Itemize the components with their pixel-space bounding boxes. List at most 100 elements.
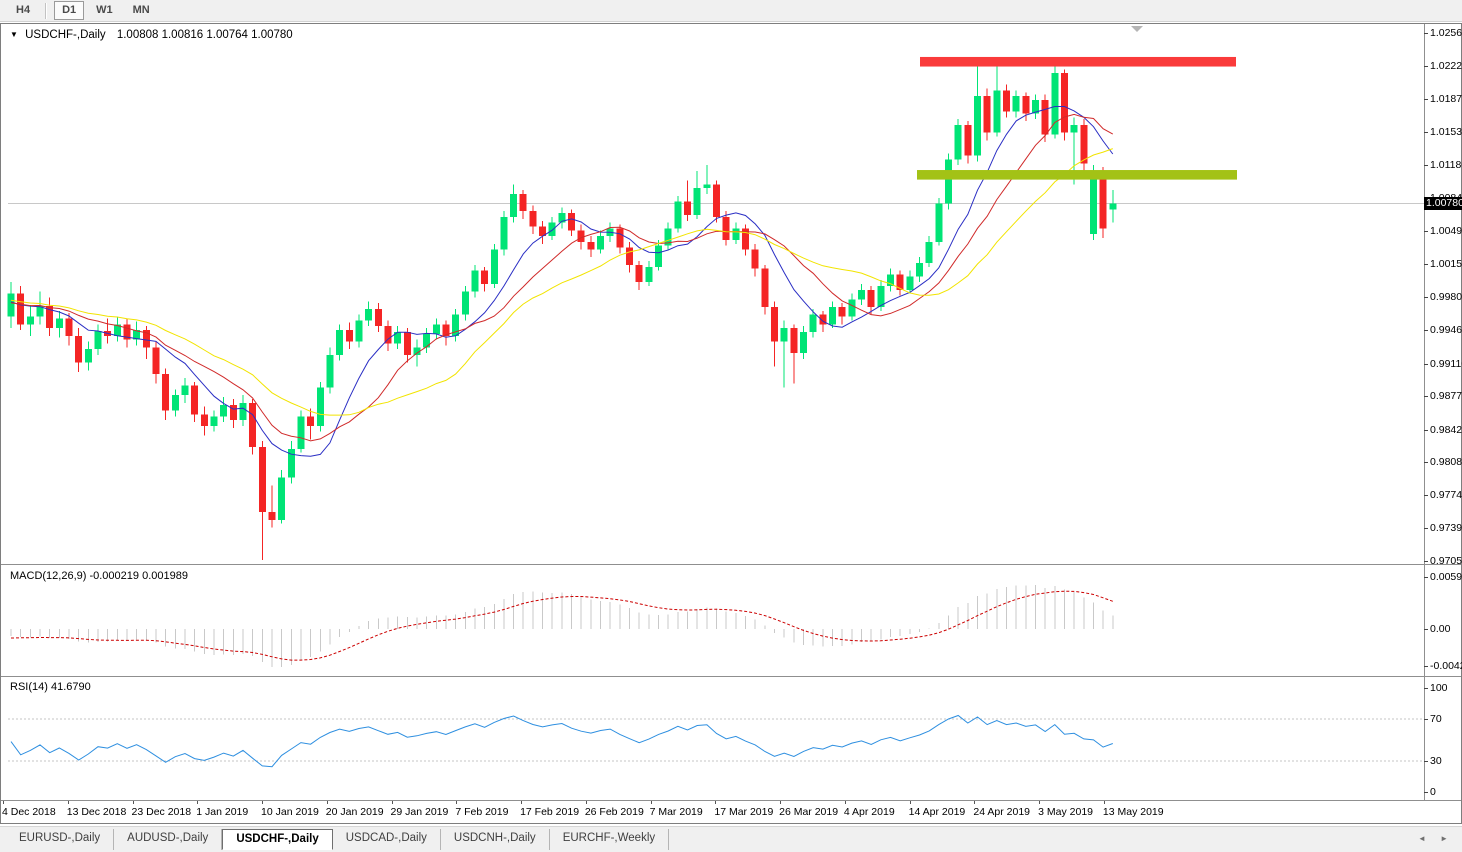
- price-axis-label: 1.00490: [1430, 225, 1462, 238]
- price-axis-label: 0.97390: [1430, 522, 1462, 535]
- chart-title: ▼ USDCHF-,Daily 1.00808 1.00816 1.00764 …: [10, 29, 293, 41]
- price-axis-tick: [1424, 396, 1428, 398]
- chart-tab-eurusd-daily[interactable]: EURUSD-,Daily: [6, 829, 115, 850]
- date-axis-label: 13 May 2019: [1102, 806, 1164, 818]
- rsi-axis-tick: [1424, 719, 1428, 721]
- date-axis-tick: [585, 801, 587, 804]
- price-axis-tick: [1424, 99, 1428, 101]
- macd-axis-tick: [1424, 665, 1428, 667]
- date-axis-label: 17 Feb 2019: [520, 806, 580, 818]
- date-axis-label: 1 Jan 2019: [196, 806, 249, 818]
- date-axis-tick: [262, 801, 264, 804]
- macd-axis-tick: [1424, 576, 1428, 578]
- date-axis-tick: [650, 801, 652, 804]
- date-axis-tick: [844, 801, 846, 804]
- chart-tab-audusd-daily[interactable]: AUDUSD-,Daily: [114, 829, 223, 850]
- price-axis-label: 1.01870: [1430, 93, 1462, 106]
- chart-tab-usdcad-daily[interactable]: USDCAD-,Daily: [333, 829, 441, 850]
- macd-axis-tick: [1424, 629, 1428, 630]
- date-axis-label: 13 Dec 2018: [66, 806, 127, 818]
- date-axis-label: 4 Dec 2018: [2, 806, 56, 818]
- date-axis-label: 7 Feb 2019: [455, 806, 509, 818]
- price-axis-tick: [1424, 297, 1428, 299]
- price-axis-label: 1.00150: [1430, 257, 1462, 270]
- price-axis-label: 1.01180: [1430, 159, 1462, 172]
- price-axis-label: 0.99110: [1430, 357, 1462, 370]
- chart-symbol-label: USDCHF-,Daily: [25, 29, 106, 41]
- price-axis-tick: [1424, 131, 1428, 133]
- rsi-axis-label: 100: [1430, 682, 1448, 694]
- rsi-axis-tick: [1424, 792, 1428, 793]
- date-axis-tick: [1103, 801, 1105, 804]
- chart-dropdown-icon[interactable]: ▼: [10, 30, 18, 39]
- date-axis-tick: [197, 801, 199, 804]
- chart-tabs: EURUSD-,Daily AUDUSD-,Daily USDCHF-,Daily U…: [6, 829, 670, 850]
- date-axis-tick: [521, 801, 523, 804]
- chart-ohlc-readout: 1.00808 1.00816 1.00764 1.00780: [116, 29, 293, 41]
- date-axis-label: 20 Jan 2019: [325, 806, 384, 818]
- date-axis-tick: [974, 801, 976, 804]
- date-axis-tick: [715, 801, 717, 804]
- date-axis-label: 10 Jan 2019: [261, 806, 319, 818]
- date-axis-label: 4 Apr 2019: [843, 806, 895, 818]
- price-axis-label: 0.98080: [1430, 456, 1462, 469]
- chart-tab-usdcnh-daily[interactable]: USDCNH-,Daily: [441, 829, 550, 850]
- date-axis-label: 24 Apr 2019: [973, 806, 1031, 818]
- date-axis-tick: [67, 801, 69, 804]
- price-axis-label: 0.98770: [1430, 390, 1462, 403]
- price-axis-label: 0.97740: [1430, 488, 1462, 501]
- date-axis-label: 26 Mar 2019: [779, 806, 839, 818]
- macd-indicator-label: MACD(12,26,9) -0.000219 0.001989: [10, 570, 188, 582]
- macd-axis-label: 0.00: [1430, 623, 1451, 635]
- price-axis-label: 1.02560: [1430, 27, 1462, 39]
- price-axis-tick: [1424, 429, 1428, 431]
- date-axis-label: 29 Jan 2019: [390, 806, 449, 818]
- rsi-axis-label: 70: [1430, 713, 1442, 726]
- price-axis-tick: [1424, 33, 1428, 34]
- date-axis-tick: [909, 801, 911, 804]
- price-axis-label: 1.01530: [1430, 125, 1462, 138]
- price-axis-tick: [1424, 528, 1428, 530]
- chart-tab-usdchf-daily[interactable]: USDCHF-,Daily: [222, 829, 333, 850]
- price-axis-label: 0.97050: [1430, 555, 1462, 567]
- price-axis-label: 0.99800: [1430, 291, 1462, 304]
- rsi-axis-tick: [1424, 760, 1428, 762]
- price-axis-label: 0.98420: [1430, 423, 1462, 436]
- date-axis-label: 14 Apr 2019: [908, 806, 966, 818]
- date-axis-tick: [456, 801, 458, 804]
- date-axis-tick: [3, 801, 4, 804]
- date-axis-label: 17 Mar 2019: [714, 806, 774, 818]
- chart-canvas[interactable]: [0, 0, 1462, 852]
- price-axis-tick: [1424, 363, 1428, 365]
- date-axis-label: 23 Dec 2018: [131, 806, 192, 818]
- date-axis-tick: [391, 801, 393, 804]
- macd-axis-label: 0.00597: [1430, 570, 1462, 583]
- price-axis-label: 0.99460: [1430, 324, 1462, 337]
- price-axis-tick: [1424, 263, 1428, 265]
- trading-terminal: H4 D1 W1 MN ▼ USDCHF-,Daily 1.00808 1.0081…: [0, 0, 1462, 852]
- date-axis-label: 7 Mar 2019: [649, 806, 703, 818]
- chart-tab-bar: EURUSD-,Daily AUDUSD-,Daily USDCHF-,Daily U…: [0, 826, 1462, 852]
- macd-axis-label: -0.00424: [1430, 659, 1462, 672]
- price-axis-tick: [1424, 494, 1428, 496]
- date-axis-label: 3 May 2019: [1038, 806, 1094, 818]
- price-axis-tick: [1424, 462, 1428, 464]
- date-axis-tick: [1039, 801, 1041, 804]
- date-axis-tick: [780, 801, 782, 804]
- current-price-badge: 1.00780: [1424, 197, 1462, 210]
- tab-scroll-arrows[interactable]: ◄ ►: [1418, 834, 1454, 843]
- date-axis-label: 26 Feb 2019: [584, 806, 644, 818]
- date-axis-tick: [132, 801, 134, 804]
- rsi-indicator-label: RSI(14) 41.6790: [10, 681, 91, 693]
- rsi-axis-tick: [1424, 688, 1428, 689]
- date-axis-tick: [326, 801, 328, 804]
- price-axis-tick: [1424, 561, 1428, 562]
- rsi-axis-label: 0: [1430, 786, 1436, 798]
- price-axis-tick: [1424, 231, 1428, 233]
- rsi-axis-label: 30: [1430, 754, 1442, 767]
- price-axis-label: 1.02220: [1430, 59, 1462, 72]
- chart-tab-eurchf-weekly[interactable]: EURCHF-,Weekly: [550, 829, 670, 850]
- price-axis-tick: [1424, 65, 1428, 67]
- price-axis-tick: [1424, 165, 1428, 167]
- price-axis-tick: [1424, 330, 1428, 332]
